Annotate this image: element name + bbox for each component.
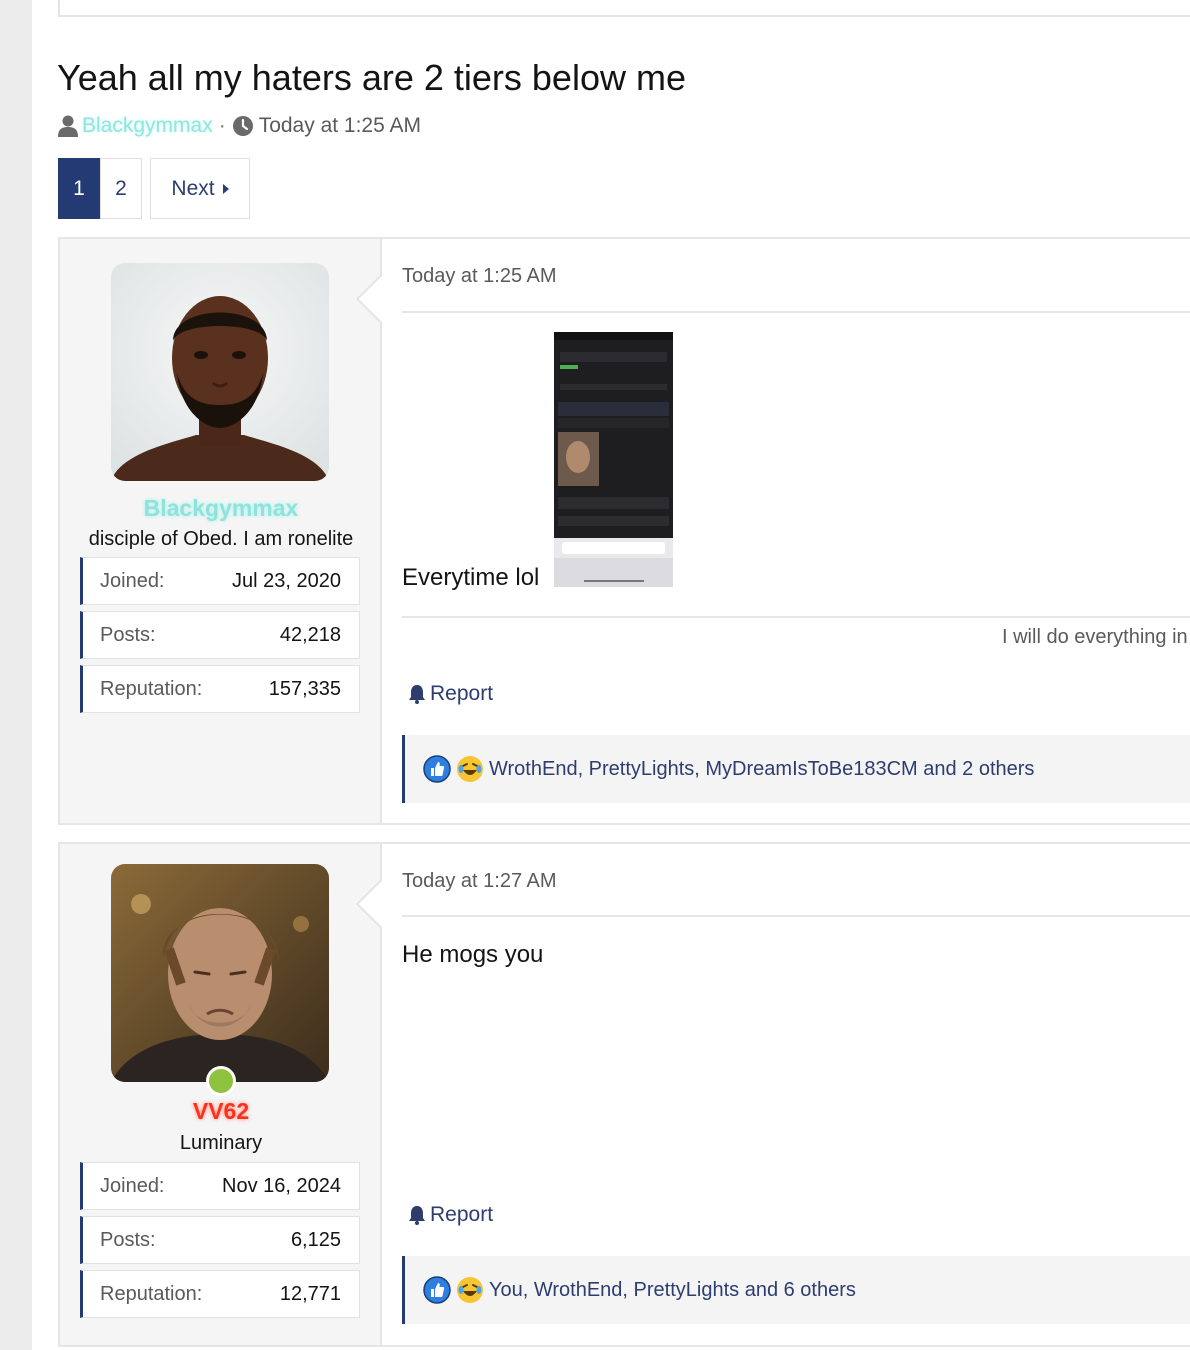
post-message: He mogs you: [402, 941, 544, 968]
post-content: Today at 1:25 AM Everytime lol I will do…: [382, 239, 1190, 823]
signature: I will do everything in: [1002, 626, 1188, 648]
caret-right-icon: [222, 183, 229, 194]
reactions-bar[interactable]: WrothEnd, PrettyLights, MyDreamIsToBe183…: [402, 735, 1190, 803]
page-2-button[interactable]: 2: [100, 158, 142, 219]
username[interactable]: Blackgymmax: [60, 495, 382, 522]
reactions-bar[interactable]: You, WrothEnd, PrettyLights and 6 others: [402, 1256, 1190, 1324]
post-user-pane: VV62 Luminary Joined: Nov 16, 2024 Posts…: [60, 844, 382, 1345]
user-title: disciple of Obed. I am ronelite: [88, 528, 354, 550]
bell-icon: [409, 1206, 425, 1225]
report-label: Report: [430, 1203, 494, 1226]
stat-reputation: Reputation: 12,771: [80, 1270, 360, 1318]
bell-icon: [409, 685, 425, 704]
post-content: Today at 1:27 AM He mogs you Report You,…: [382, 844, 1190, 1345]
stat-label: Reputation:: [100, 1282, 203, 1305]
stat-value: 6,125: [290, 1228, 341, 1251]
reactions-text[interactable]: WrothEnd, PrettyLights, MyDreamIsToBe183…: [489, 758, 1034, 781]
reactions-text[interactable]: You, WrothEnd, PrettyLights and 6 others: [489, 1279, 856, 1302]
post-user-pane: Blackgymmax disciple of Obed. I am ronel…: [60, 239, 382, 823]
avatar[interactable]: [111, 263, 329, 481]
stat-value: Nov 16, 2024: [222, 1174, 341, 1197]
stat-value: 42,218: [279, 623, 341, 646]
post: VV62 Luminary Joined: Nov 16, 2024 Posts…: [58, 842, 1190, 1347]
stat-label: Joined:: [100, 569, 165, 592]
thread-meta: Blackgymmax · Today at 1:25 AM: [58, 114, 421, 138]
stat-label: Joined:: [100, 1174, 165, 1197]
post-time[interactable]: Today at 1:27 AM: [402, 870, 557, 893]
stat-label: Posts:: [100, 623, 156, 646]
report-link[interactable]: Report: [408, 1203, 493, 1227]
stat-label: Reputation:: [100, 677, 203, 700]
post: Blackgymmax disciple of Obed. I am ronel…: [58, 237, 1190, 825]
laugh-icon: [457, 1277, 483, 1303]
next-page-button[interactable]: Next: [150, 158, 250, 219]
post-message: Everytime lol: [402, 564, 540, 591]
divider: [402, 915, 1190, 917]
stat-posts: Posts: 6,125: [80, 1216, 360, 1264]
stat-joined: Joined: Jul 23, 2020: [80, 557, 360, 605]
stat-posts: Posts: 42,218: [80, 611, 360, 659]
thread-author-link[interactable]: Blackgymmax: [82, 114, 213, 138]
post-time[interactable]: Today at 1:25 AM: [402, 265, 557, 288]
stat-joined: Joined: Nov 16, 2024: [80, 1162, 360, 1210]
like-icon: [423, 1276, 451, 1304]
previous-block-edge: [58, 0, 1190, 17]
attached-screenshot-thumbnail[interactable]: [554, 332, 673, 587]
stat-reputation: Reputation: 157,335: [80, 665, 360, 713]
like-icon: [423, 755, 451, 783]
meta-separator: ·: [218, 114, 226, 137]
thread-title: Yeah all my haters are 2 tiers below me: [57, 57, 686, 98]
username[interactable]: VV62: [60, 1098, 382, 1125]
laugh-icon: [457, 756, 483, 782]
page: Yeah all my haters are 2 tiers below me …: [32, 0, 1190, 1350]
report-link[interactable]: Report: [408, 682, 493, 706]
thread-time[interactable]: Today at 1:25 AM: [259, 114, 421, 138]
stat-value: 157,335: [268, 677, 341, 700]
online-status-indicator: [206, 1066, 236, 1096]
clock-icon: [232, 116, 253, 136]
stat-value: 12,771: [279, 1282, 341, 1305]
divider: [402, 311, 1190, 313]
page-1-button[interactable]: 1: [58, 158, 100, 219]
avatar[interactable]: [111, 864, 329, 1082]
report-label: Report: [430, 682, 494, 705]
next-label: Next: [171, 176, 215, 200]
stat-label: Posts:: [100, 1228, 156, 1251]
divider: [402, 616, 1190, 618]
pagination: 1 2 Next: [58, 158, 250, 219]
user-title: Luminary: [179, 1132, 263, 1154]
user-icon: [58, 115, 78, 137]
stat-value: Jul 23, 2020: [232, 569, 341, 592]
